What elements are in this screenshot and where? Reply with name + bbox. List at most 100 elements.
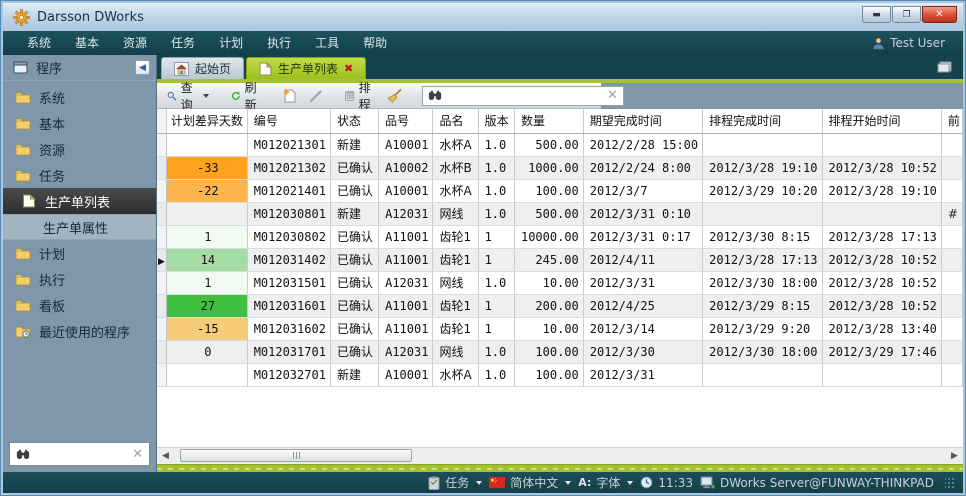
cell[interactable]: 2012/3/29 10:20 xyxy=(703,179,822,202)
horizontal-scrollbar[interactable]: ◀ ▶ xyxy=(157,447,963,464)
cell[interactable]: 1.0 xyxy=(478,340,514,363)
cell[interactable]: 10000.00 xyxy=(514,225,583,248)
cell[interactable] xyxy=(941,225,962,248)
cell[interactable]: 1.0 xyxy=(478,271,514,294)
cell[interactable]: A12031 xyxy=(379,271,433,294)
row-selector[interactable] xyxy=(157,363,166,386)
cell[interactable]: 已确认 xyxy=(330,271,378,294)
cell[interactable] xyxy=(941,156,962,179)
cell[interactable]: A12031 xyxy=(379,340,433,363)
table-row[interactable]: -22M012021401已确认A10001水杯A1.0100.002012/3… xyxy=(157,179,963,202)
cell[interactable]: A12031 xyxy=(379,202,433,225)
sidebar-search-input[interactable] xyxy=(36,447,126,461)
row-selector[interactable] xyxy=(157,179,166,202)
cell[interactable] xyxy=(941,317,962,340)
cell[interactable]: 网线 xyxy=(433,202,478,225)
cell[interactable]: 2012/3/30 xyxy=(583,340,702,363)
collapse-sidebar-button[interactable]: ◀ xyxy=(135,60,150,75)
window-list-button[interactable] xyxy=(937,60,953,73)
scroll-left-arrow[interactable]: ◀ xyxy=(157,448,174,464)
sidebar-item-xitong[interactable]: 系统 xyxy=(3,84,156,110)
edit-button-disabled[interactable] xyxy=(305,87,327,105)
cell[interactable]: 2012/3/28 19:10 xyxy=(703,156,822,179)
cell[interactable]: 2012/3/28 17:13 xyxy=(822,225,941,248)
cell-plan-diff-days[interactable] xyxy=(166,133,247,156)
sidebar-item-zhixing[interactable]: 执行 xyxy=(3,266,156,292)
cell-plan-diff-days[interactable]: 14 xyxy=(166,248,247,271)
column-header-7[interactable]: 期望完成时间 xyxy=(583,109,702,133)
column-header-5[interactable]: 版本 xyxy=(478,109,514,133)
cell[interactable]: 2012/4/25 xyxy=(583,294,702,317)
cell[interactable]: 2012/3/28 10:52 xyxy=(822,156,941,179)
cell[interactable]: 水杯A xyxy=(433,133,478,156)
column-header-4[interactable]: 品名 xyxy=(433,109,478,133)
cell[interactable]: 2012/3/28 17:13 xyxy=(703,248,822,271)
cell[interactable]: 网线 xyxy=(433,271,478,294)
scrollbar-track[interactable] xyxy=(174,448,946,464)
cell[interactable]: 2012/3/28 10:52 xyxy=(822,271,941,294)
cell[interactable]: M012030802 xyxy=(247,225,330,248)
menu-system[interactable]: 系统 xyxy=(15,31,63,55)
sidebar-item-recent[interactable]: 最近使用的程序 xyxy=(3,318,156,344)
cell[interactable]: 水杯B xyxy=(433,156,478,179)
cell[interactable]: 2012/3/14 xyxy=(583,317,702,340)
cell[interactable]: 2012/3/30 18:00 xyxy=(703,271,822,294)
cell[interactable]: 2012/3/28 19:10 xyxy=(822,179,941,202)
menu-task[interactable]: 任务 xyxy=(159,31,207,55)
cell[interactable]: 已确认 xyxy=(330,156,378,179)
cell[interactable]: 245.00 xyxy=(514,248,583,271)
cell[interactable]: 齿轮1 xyxy=(433,248,478,271)
status-task-dropdown[interactable]: 任务 xyxy=(428,474,482,491)
cell[interactable]: 2012/3/31 0:10 xyxy=(583,202,702,225)
cell[interactable] xyxy=(941,294,962,317)
cell[interactable]: 2012/3/30 8:15 xyxy=(703,225,822,248)
clean-button[interactable] xyxy=(383,87,406,105)
cell[interactable]: 10.00 xyxy=(514,271,583,294)
cell[interactable]: 新建 xyxy=(330,133,378,156)
cell[interactable]: 2012/4/11 xyxy=(583,248,702,271)
cell[interactable] xyxy=(703,202,822,225)
cell-plan-diff-days[interactable]: -33 xyxy=(166,156,247,179)
cell[interactable]: 1.0 xyxy=(478,363,514,386)
sidebar-item-kanban[interactable]: 看板 xyxy=(3,292,156,318)
table-row[interactable]: 1M012030802已确认A11001齿轮1110000.002012/3/3… xyxy=(157,225,963,248)
cell[interactable]: 200.00 xyxy=(514,294,583,317)
toolbar-search-clear-icon[interactable]: ✕ xyxy=(607,89,618,102)
sidebar-search-clear-icon[interactable]: ✕ xyxy=(132,448,143,461)
cell[interactable]: 已确认 xyxy=(330,225,378,248)
cell[interactable] xyxy=(822,133,941,156)
column-header-3[interactable]: 品号 xyxy=(379,109,433,133)
cell[interactable] xyxy=(822,202,941,225)
cell[interactable] xyxy=(941,179,962,202)
cell-plan-diff-days[interactable]: 27 xyxy=(166,294,247,317)
cell[interactable]: 2012/3/28 10:52 xyxy=(822,248,941,271)
cell-plan-diff-days[interactable] xyxy=(166,363,247,386)
cell[interactable]: 100.00 xyxy=(514,179,583,202)
cell[interactable]: 1 xyxy=(478,248,514,271)
splitter-strip[interactable] xyxy=(157,464,963,472)
row-selector[interactable] xyxy=(157,133,166,156)
menu-plan[interactable]: 计划 xyxy=(207,31,255,55)
cell-plan-diff-days[interactable]: -22 xyxy=(166,179,247,202)
cell[interactable]: 已确认 xyxy=(330,317,378,340)
cell[interactable]: M012021302 xyxy=(247,156,330,179)
cell[interactable] xyxy=(941,340,962,363)
cell-plan-diff-days[interactable] xyxy=(166,202,247,225)
cell[interactable]: 2012/3/29 9:20 xyxy=(703,317,822,340)
sidebar-item-jiben[interactable]: 基本 xyxy=(3,110,156,136)
scroll-right-arrow[interactable]: ▶ xyxy=(946,448,963,464)
table-row[interactable]: M012021301新建A10001水杯A1.0500.002012/2/28 … xyxy=(157,133,963,156)
cell[interactable]: 2012/3/31 xyxy=(583,271,702,294)
cell[interactable] xyxy=(941,363,962,386)
menu-resource[interactable]: 资源 xyxy=(111,31,159,55)
row-selector[interactable] xyxy=(157,317,166,340)
table-row[interactable]: 1M012031501已确认A12031网线1.010.002012/3/312… xyxy=(157,271,963,294)
cell[interactable]: A10001 xyxy=(379,363,433,386)
cell[interactable]: 100.00 xyxy=(514,363,583,386)
cell-marker[interactable]: # xyxy=(941,202,962,225)
tab-start-page[interactable]: 起始页 xyxy=(161,57,244,79)
menu-execute[interactable]: 执行 xyxy=(255,31,303,55)
sidebar-item-shengchandan-liebiao[interactable]: 生产单列表 xyxy=(3,188,156,214)
cell[interactable] xyxy=(941,248,962,271)
column-header-6[interactable]: 数量 xyxy=(514,109,583,133)
